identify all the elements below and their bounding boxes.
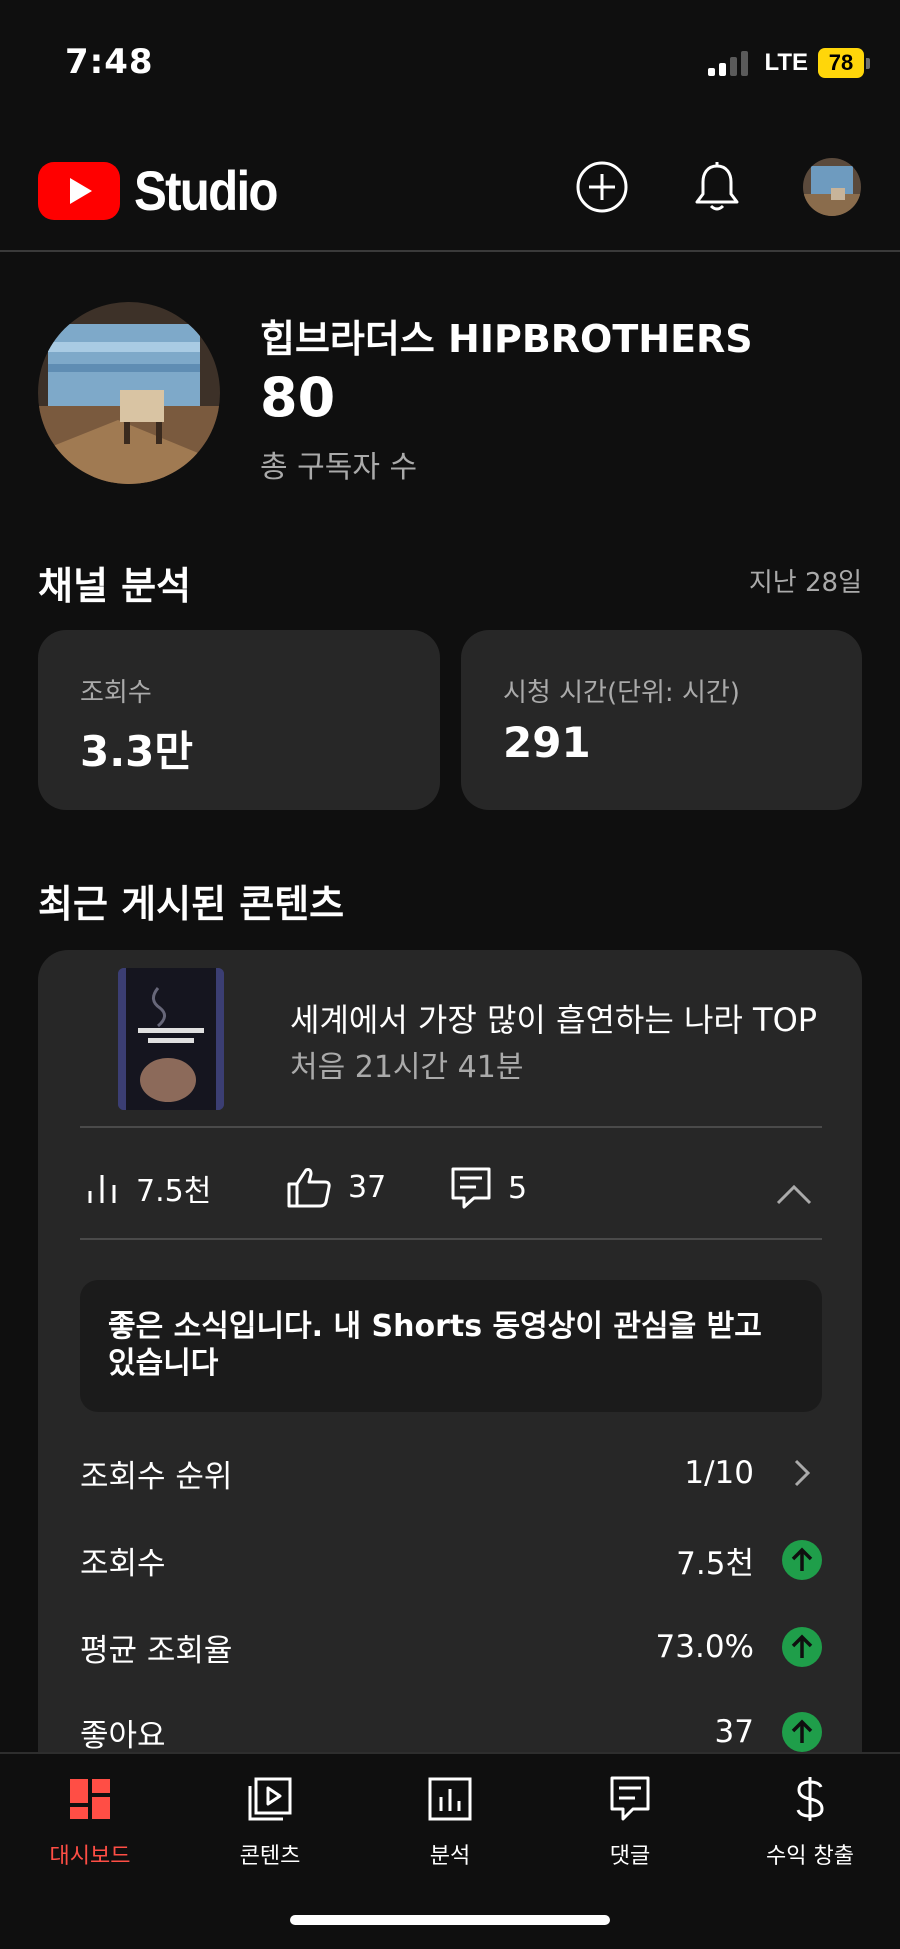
battery-icon: 78: [818, 48, 870, 78]
views-card[interactable]: 조회수 3.3만: [38, 630, 440, 810]
subscriber-label: 총 구독자 수: [260, 450, 418, 485]
row-label: 좋아요: [80, 1717, 166, 1754]
collapse-button[interactable]: [774, 1174, 814, 1214]
battery-level: 78: [818, 48, 864, 78]
create-icon: [576, 161, 628, 213]
nav-label: 수익 창출: [766, 1844, 854, 1869]
bar-chart-icon: [88, 1175, 116, 1203]
dashboard-icon: [65, 1774, 115, 1824]
row-label: 평균 조회율: [80, 1632, 233, 1669]
subscriber-count: 80: [260, 366, 336, 429]
nav-dashboard[interactable]: 대시보드: [0, 1774, 180, 1884]
row-value: 37: [714, 1714, 754, 1750]
nav-analytics[interactable]: 분석: [360, 1774, 540, 1884]
avatar-image: [803, 158, 861, 216]
view-rank-row[interactable]: 조회수 순위 1/10: [80, 1443, 822, 1503]
analytics-icon: [425, 1774, 475, 1824]
status-time: 7:48: [65, 42, 154, 82]
nav-label: 분석: [429, 1844, 471, 1869]
bell-icon: [695, 162, 739, 211]
likes-value: 37: [348, 1169, 387, 1205]
thumbnail-image: [118, 968, 224, 1110]
chevron-right-icon: [782, 1453, 822, 1493]
video-title[interactable]: 세계에서 가장 많이 흡연하는 나라 TOP: [290, 995, 820, 1041]
row-label: 조회수 순위: [80, 1458, 233, 1495]
arrow-up-icon: [782, 1627, 822, 1667]
watch-time-card-label: 시청 시간(단위: 시간): [503, 678, 740, 708]
logo-text: Studio: [134, 159, 278, 222]
nav-label: 콘텐츠: [239, 1844, 301, 1869]
app-header: Studio: [0, 140, 900, 252]
channel-name: 힙브라더스 HIPBROTHERS: [260, 317, 753, 361]
avg-view-rate-row: 평균 조회율 73.0%: [80, 1617, 822, 1677]
video-thumbnail[interactable]: [118, 968, 224, 1110]
account-avatar[interactable]: [803, 158, 861, 216]
views-row: 조회수 7.5천: [80, 1530, 822, 1590]
channel-avatar-image: [38, 302, 220, 484]
channel-info: 힙브라더스 HIPBROTHERS 80 총 구독자 수: [38, 302, 868, 485]
create-button[interactable]: [573, 158, 631, 216]
nav-label: 대시보드: [49, 1844, 131, 1869]
video-metrics: 7.5천 37 5: [80, 1138, 822, 1246]
nav-label: 댓글: [609, 1844, 651, 1869]
signal-icon: [708, 50, 749, 76]
views-card-label: 조회수: [80, 678, 152, 708]
content-icon: [245, 1774, 295, 1824]
divider: [80, 1126, 822, 1128]
arrow-up-icon: [782, 1540, 822, 1580]
nav-monetization[interactable]: 수익 창출: [720, 1774, 900, 1884]
chevron-up-icon: [776, 1184, 812, 1205]
nav-content[interactable]: 콘텐츠: [180, 1774, 360, 1884]
youtube-play-icon: [38, 161, 120, 220]
network-type: LTE: [764, 49, 808, 76]
row-value: 7.5천: [676, 1545, 754, 1582]
watch-time-card-value: 291: [503, 718, 591, 767]
views-card-value: 3.3만: [80, 727, 194, 776]
views-metric: 7.5천: [86, 1166, 211, 1210]
home-indicator[interactable]: [290, 1915, 610, 1925]
comment-icon: [451, 1167, 491, 1209]
thumbs-up-icon: [287, 1168, 331, 1208]
nav-comments[interactable]: 댓글: [540, 1774, 720, 1884]
news-message: 좋은 소식입니다. 내 Shorts 동영상이 관심을 받고 있습니다: [80, 1280, 822, 1412]
likes-metric: 37: [286, 1166, 386, 1208]
notifications-button[interactable]: [688, 158, 746, 216]
status-bar: 7:48 LTE 78: [0, 0, 900, 120]
comments-value: 5: [508, 1170, 528, 1206]
recent-content-title: 최근 게시된 콘텐츠: [38, 882, 345, 926]
arrow-up-icon: [782, 1712, 822, 1752]
divider: [80, 1238, 822, 1240]
dollar-icon: [785, 1774, 835, 1824]
comments-icon: [605, 1774, 655, 1824]
watch-time-card[interactable]: 시청 시간(단위: 시간) 291: [461, 630, 862, 810]
comments-metric: 5: [450, 1166, 527, 1210]
channel-avatar[interactable]: [38, 302, 220, 484]
analytics-period: 지난 28일: [748, 568, 862, 598]
status-indicators: LTE 78: [708, 48, 870, 78]
analytics-title: 채널 분석: [38, 564, 192, 608]
views-value: 7.5천: [136, 1174, 212, 1209]
row-label: 조회수: [80, 1545, 166, 1582]
video-age: 처음 21시간 41분: [290, 1050, 524, 1085]
row-value: 73.0%: [655, 1629, 754, 1665]
studio-logo[interactable]: Studio: [38, 158, 296, 223]
row-value: 1/10: [684, 1455, 754, 1491]
